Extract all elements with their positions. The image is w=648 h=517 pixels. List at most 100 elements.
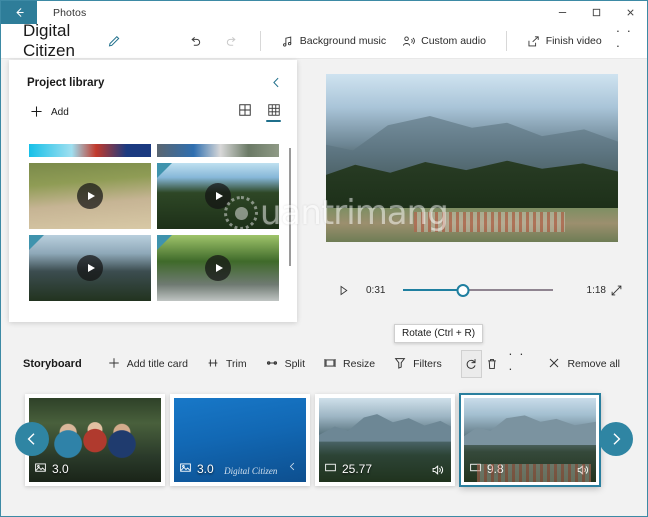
total-time: 1:18 bbox=[586, 284, 606, 296]
remove-all-button[interactable]: Remove all bbox=[538, 350, 629, 378]
chevron-left-icon bbox=[287, 459, 298, 477]
finish-video-button[interactable]: Finish video bbox=[519, 26, 610, 56]
commandbar-overflow-button[interactable]: · · · bbox=[610, 23, 647, 59]
resize-button[interactable]: Resize bbox=[314, 350, 384, 378]
split-icon bbox=[265, 356, 279, 373]
plus-icon bbox=[107, 356, 121, 373]
library-thumbnail[interactable] bbox=[157, 235, 279, 301]
scroll-left-button[interactable] bbox=[15, 422, 49, 456]
clip-meta-3: 25.77 bbox=[324, 461, 372, 477]
clip-card-4[interactable]: 9.8 bbox=[459, 393, 601, 487]
grid-small-icon[interactable] bbox=[266, 103, 281, 122]
video-icon bbox=[469, 461, 482, 477]
video-icon bbox=[324, 461, 337, 477]
scroll-right-button[interactable] bbox=[599, 422, 633, 456]
chevron-left-icon[interactable] bbox=[270, 76, 283, 89]
preview-town-layer bbox=[326, 208, 618, 242]
page-title: Digital Citizen bbox=[23, 21, 75, 60]
grid-large-icon[interactable] bbox=[237, 103, 252, 122]
library-thumbnail[interactable] bbox=[29, 163, 151, 229]
selection-corner-icon bbox=[157, 163, 172, 178]
play-icon bbox=[205, 255, 231, 281]
scrubber-thumb[interactable] bbox=[456, 283, 470, 297]
library-thumbnail-grid[interactable] bbox=[29, 144, 279, 322]
resize-label: Resize bbox=[343, 358, 376, 370]
library-thumbnail-partial[interactable] bbox=[157, 144, 279, 157]
playback-scrubber[interactable] bbox=[403, 283, 553, 297]
play-icon bbox=[77, 255, 103, 281]
clip-card-2[interactable]: 3.0 Digital Citizen bbox=[170, 394, 310, 486]
photo-icon bbox=[179, 461, 192, 477]
selection-corner-icon bbox=[157, 235, 172, 250]
music-note-icon bbox=[281, 35, 294, 48]
library-row-2 bbox=[29, 235, 279, 301]
library-toolbar: Add bbox=[9, 89, 297, 122]
trim-icon bbox=[206, 356, 220, 373]
library-scrollbar[interactable] bbox=[289, 148, 291, 266]
library-row-1 bbox=[29, 163, 279, 229]
filters-label: Filters bbox=[413, 358, 442, 370]
window-controls bbox=[545, 1, 647, 24]
current-time: 0:31 bbox=[366, 284, 386, 296]
add-media-label: Add bbox=[51, 107, 69, 118]
storyboard-clips-strip: 3.0 3.0 Digital Citizen 25.77 9.8 bbox=[1, 386, 647, 516]
export-icon bbox=[527, 35, 540, 48]
filters-icon bbox=[393, 356, 407, 373]
delete-button[interactable] bbox=[482, 350, 502, 378]
play-icon[interactable] bbox=[337, 284, 350, 297]
custom-audio-button[interactable]: Custom audio bbox=[394, 26, 494, 56]
library-header: Project library bbox=[9, 60, 297, 89]
finish-video-label: Finish video bbox=[545, 35, 602, 47]
close-x-icon bbox=[547, 356, 561, 373]
clip-meta-1: 3.0 bbox=[34, 461, 69, 477]
clip-meta-2: 3.0 bbox=[179, 461, 214, 477]
pencil-icon[interactable] bbox=[107, 34, 122, 49]
command-separator-1 bbox=[259, 31, 261, 51]
project-library-panel: Project library Add bbox=[9, 60, 297, 322]
speaker-icon bbox=[576, 463, 590, 477]
background-music-label: Background music bbox=[299, 35, 387, 47]
remove-all-label: Remove all bbox=[567, 358, 620, 370]
split-button[interactable]: Split bbox=[256, 350, 314, 378]
title-card-text: Digital Citizen bbox=[224, 466, 278, 476]
add-title-card-button[interactable]: Add title card bbox=[98, 350, 197, 378]
clip-thumbnail: 25.77 bbox=[319, 398, 451, 482]
undo-redo-group bbox=[180, 26, 248, 56]
close-button[interactable] bbox=[613, 1, 647, 24]
split-label: Split bbox=[284, 358, 306, 370]
clip-thumbnail: 3.0 Digital Citizen bbox=[174, 398, 306, 482]
library-title: Project library bbox=[27, 76, 105, 89]
maximize-button[interactable] bbox=[579, 1, 613, 24]
background-music-button[interactable]: Background music bbox=[273, 26, 394, 56]
trim-button[interactable]: Trim bbox=[197, 350, 256, 378]
rotate-tooltip: Rotate (Ctrl + R) bbox=[394, 324, 484, 343]
library-thumbnail[interactable] bbox=[157, 163, 279, 229]
library-row-clipped bbox=[29, 144, 279, 157]
library-thumbnail[interactable] bbox=[29, 235, 151, 301]
storyboard-label: Storyboard bbox=[23, 358, 82, 370]
scrubber-fill bbox=[403, 289, 464, 291]
person-audio-icon bbox=[402, 35, 415, 48]
photos-video-editor-window: Photos Digital Citizen Background music … bbox=[0, 0, 648, 517]
minimize-button[interactable] bbox=[545, 1, 579, 24]
clip-card-3[interactable]: 25.77 bbox=[315, 394, 455, 486]
storyboard-overflow-button[interactable]: · · · bbox=[502, 346, 538, 382]
project-title-group: Digital Citizen bbox=[1, 21, 122, 61]
redo-button[interactable] bbox=[216, 26, 248, 56]
command-separator-2 bbox=[505, 31, 507, 51]
selection-corner-icon bbox=[29, 235, 44, 250]
resize-icon bbox=[323, 356, 337, 373]
library-thumbnail-partial[interactable] bbox=[29, 144, 151, 157]
fullscreen-icon[interactable] bbox=[610, 284, 623, 297]
trim-label: Trim bbox=[225, 358, 247, 370]
undo-button[interactable] bbox=[180, 26, 212, 56]
clip-meta-4: 9.8 bbox=[469, 461, 504, 477]
add-media-button[interactable]: Add bbox=[29, 104, 69, 122]
filters-button[interactable]: Filters bbox=[384, 350, 451, 378]
add-title-card-label: Add title card bbox=[126, 358, 188, 370]
speaker-icon bbox=[431, 463, 445, 477]
command-bar: Digital Citizen Background music Custom … bbox=[1, 21, 647, 61]
playback-controls: 0:31 1:18 bbox=[305, 283, 647, 297]
rotate-button[interactable] bbox=[460, 350, 482, 378]
video-preview[interactable] bbox=[326, 74, 618, 242]
